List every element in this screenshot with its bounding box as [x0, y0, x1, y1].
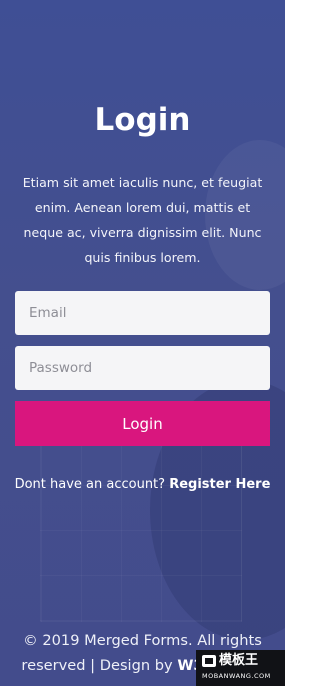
register-link[interactable]: Register Here: [169, 477, 270, 492]
intro-text: Etiam sit amet iaculis nunc, et feugiat …: [22, 175, 263, 265]
watermark-badge: 模板王 MOBANWANG.COM: [196, 650, 285, 686]
register-prompt: Dont have an account? Register Here: [0, 475, 285, 495]
email-field[interactable]: [15, 291, 270, 335]
register-prompt-text: Dont have an account?: [14, 477, 170, 492]
page-title: Login: [94, 102, 191, 138]
login-button[interactable]: Login: [15, 401, 270, 446]
watermark-logo-icon: [202, 655, 216, 667]
background-pattern: [40, 440, 242, 622]
watermark-subtitle: MOBANWANG.COM: [202, 672, 271, 680]
watermark-title: 模板王: [219, 653, 259, 668]
password-field[interactable]: [15, 346, 270, 390]
login-screen: Login Etiam sit amet iaculis nunc, et fe…: [0, 0, 285, 686]
